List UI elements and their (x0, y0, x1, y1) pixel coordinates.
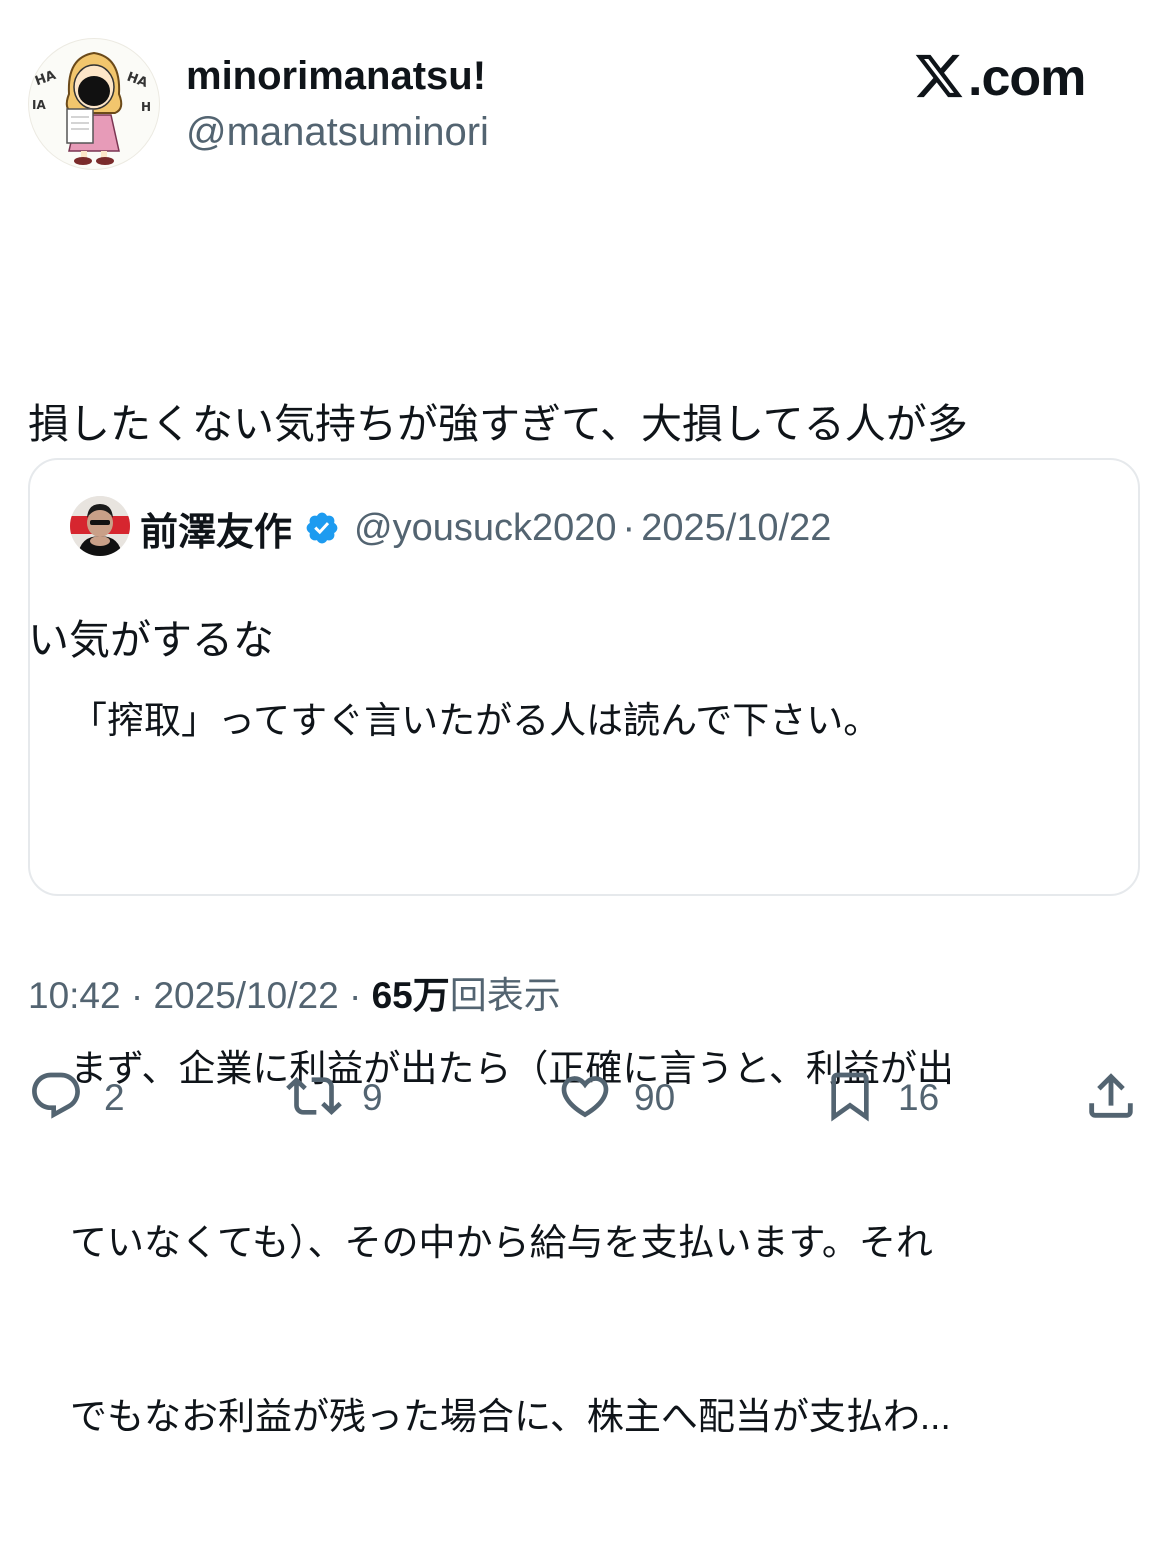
quoted-author-avatar[interactable] (70, 496, 130, 556)
like-button[interactable]: 90 (556, 1070, 675, 1126)
views-label: 回表示 (449, 975, 561, 1016)
quoted-text-line: でもなお利益が残った場合に、株主へ配当が支払わ... (70, 1396, 951, 1437)
author-display-name[interactable]: minorimanatsu! (186, 52, 486, 100)
quoted-author-display-name[interactable]: 前澤友作 (140, 501, 292, 556)
share-icon (1082, 1067, 1140, 1130)
reply-icon (28, 1068, 84, 1129)
tweet-text-line: 損したくない気持ちが強すぎて、大損してる人が多 (28, 401, 968, 447)
quoted-text-line (70, 866, 1110, 924)
quoted-text-line: ていなくても）、その中から給与を支払います。それ (70, 1222, 933, 1263)
svg-text:IA: IA (32, 98, 46, 112)
quoted-separator: · (622, 506, 636, 549)
verified-badge-icon (304, 510, 340, 546)
meta-separator: · (348, 975, 362, 1016)
tweet-date[interactable]: 2025/10/22 (153, 975, 338, 1016)
author-avatar[interactable]: HA HA IA H (28, 38, 160, 170)
svg-text:HA: HA (125, 70, 150, 91)
share-button[interactable] (1082, 1070, 1140, 1126)
quoted-tweet-date[interactable]: 2025/10/22 (641, 507, 831, 550)
quoted-tweet-card[interactable]: 前澤友作 @yousuck2020 · 2025/10/22 「搾取」ってすぐ言… (28, 458, 1140, 1437)
repost-button[interactable]: 9 (286, 1070, 383, 1126)
svg-text:H: H (141, 100, 151, 114)
quoted-tweet-header: 前澤友作 @yousuck2020 · 2025/10/22 (140, 502, 831, 554)
svg-text:HA: HA (33, 68, 58, 89)
heart-icon (556, 1068, 614, 1129)
bookmark-button[interactable]: 16 (822, 1070, 939, 1126)
brand-logo: .com (912, 48, 1086, 108)
quoted-author-handle[interactable]: @yousuck2020 (354, 507, 617, 550)
quoted-text-line: 「搾取」ってすぐ言いたがる人は読んで下さい。 (70, 700, 881, 741)
repost-count: 9 (362, 1077, 383, 1118)
like-count: 90 (634, 1077, 676, 1118)
tweet-meta: 10:42 · 2025/10/22 · 65万回表示 (28, 970, 561, 1022)
repost-icon (286, 1068, 342, 1129)
bookmark-count: 16 (898, 1077, 940, 1118)
meta-separator: · (130, 975, 144, 1016)
views-count: 65万 (371, 975, 450, 1016)
bookmark-icon (822, 1066, 878, 1131)
x-logo-icon (912, 50, 966, 107)
brand-text: .com (968, 49, 1086, 107)
author-handle[interactable]: @manatsuminori (186, 108, 489, 156)
tweet-time[interactable]: 10:42 (28, 975, 121, 1016)
reply-count: 2 (104, 1077, 125, 1118)
reply-button[interactable]: 2 (28, 1070, 125, 1126)
